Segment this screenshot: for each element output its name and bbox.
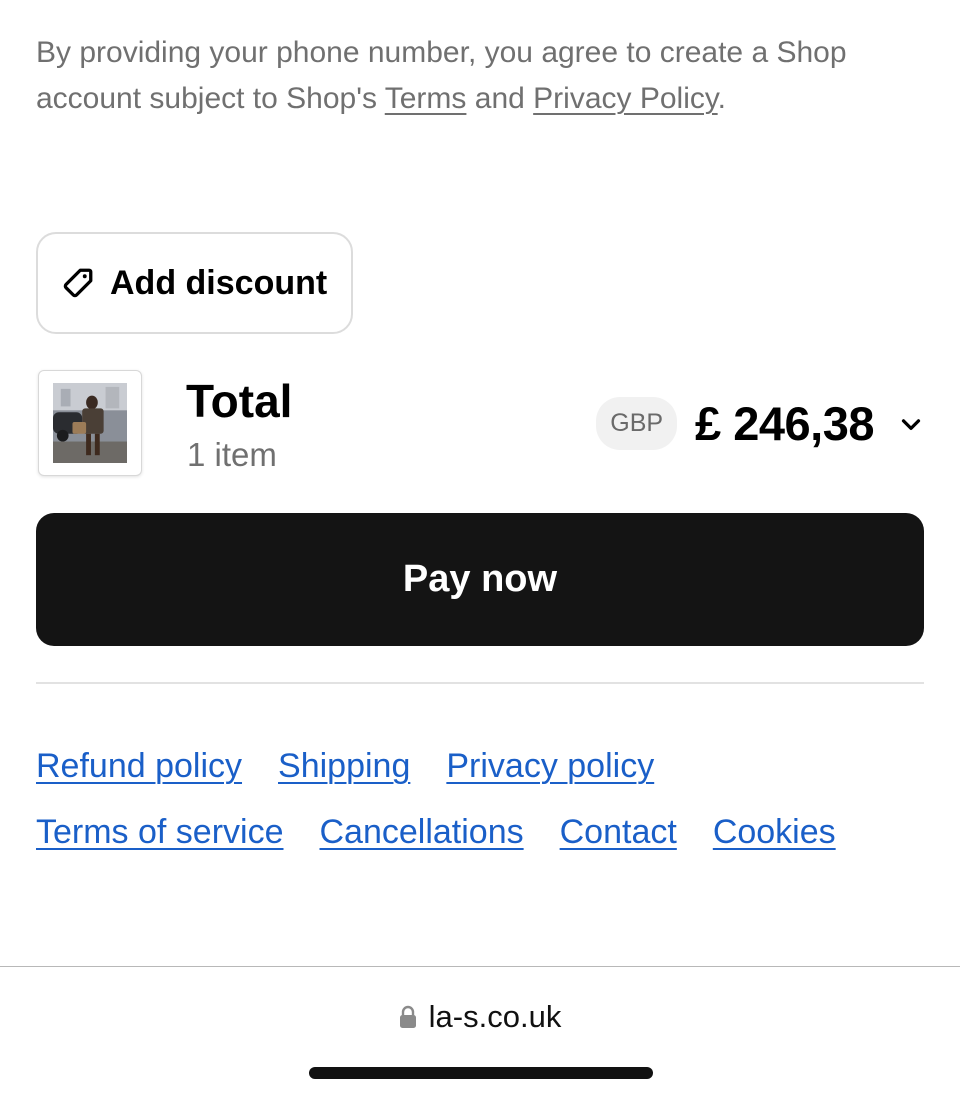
contact-link[interactable]: Contact xyxy=(560,810,677,854)
browser-address-bar: la-s.co.uk xyxy=(0,966,960,1100)
add-discount-button[interactable]: Add discount xyxy=(36,232,353,334)
chevron-down-icon[interactable] xyxy=(896,409,926,439)
item-count: 1 item xyxy=(187,436,277,473)
order-total-row: Total 1 item GBP £ 246,38 xyxy=(36,368,926,478)
cancellations-link[interactable]: Cancellations xyxy=(320,810,524,854)
lock-icon xyxy=(399,1005,416,1028)
refund-policy-link[interactable]: Refund policy xyxy=(36,744,242,788)
policy-links: Refund policy Shipping Privacy policy Te… xyxy=(36,744,926,876)
terms-of-service-link[interactable]: Terms of service xyxy=(36,810,284,854)
url-text: la-s.co.uk xyxy=(428,999,562,1034)
policy-links-row-2: Terms of service Cancellations Contact C… xyxy=(36,810,926,854)
policy-links-row-1: Refund policy Shipping Privacy policy xyxy=(36,744,926,788)
total-label: Total xyxy=(186,375,293,427)
consent-text-between: and xyxy=(466,82,534,115)
shop-terms-link[interactable]: Terms xyxy=(385,82,467,115)
divider xyxy=(36,682,924,684)
phone-consent-text: By providing your phone number, you agre… xyxy=(36,30,926,122)
add-discount-label: Add discount xyxy=(110,263,328,302)
home-indicator[interactable] xyxy=(309,1067,653,1079)
product-thumbnail xyxy=(38,370,142,476)
cookies-link[interactable]: Cookies xyxy=(713,810,836,854)
currency-badge: GBP xyxy=(596,397,678,450)
order-summary-toggle[interactable]: GBP £ 246,38 xyxy=(596,396,926,451)
consent-text-after: . xyxy=(717,82,726,115)
shipping-link[interactable]: Shipping xyxy=(278,744,410,788)
privacy-policy-link[interactable]: Privacy policy xyxy=(446,744,654,788)
pay-now-button[interactable]: Pay now xyxy=(36,513,924,646)
product-photo xyxy=(53,383,127,463)
url-field[interactable]: la-s.co.uk xyxy=(0,999,960,1035)
total-amount: £ 246,38 xyxy=(695,397,874,450)
shop-privacy-policy-link[interactable]: Privacy Policy xyxy=(533,82,717,115)
tag-icon xyxy=(63,268,93,298)
